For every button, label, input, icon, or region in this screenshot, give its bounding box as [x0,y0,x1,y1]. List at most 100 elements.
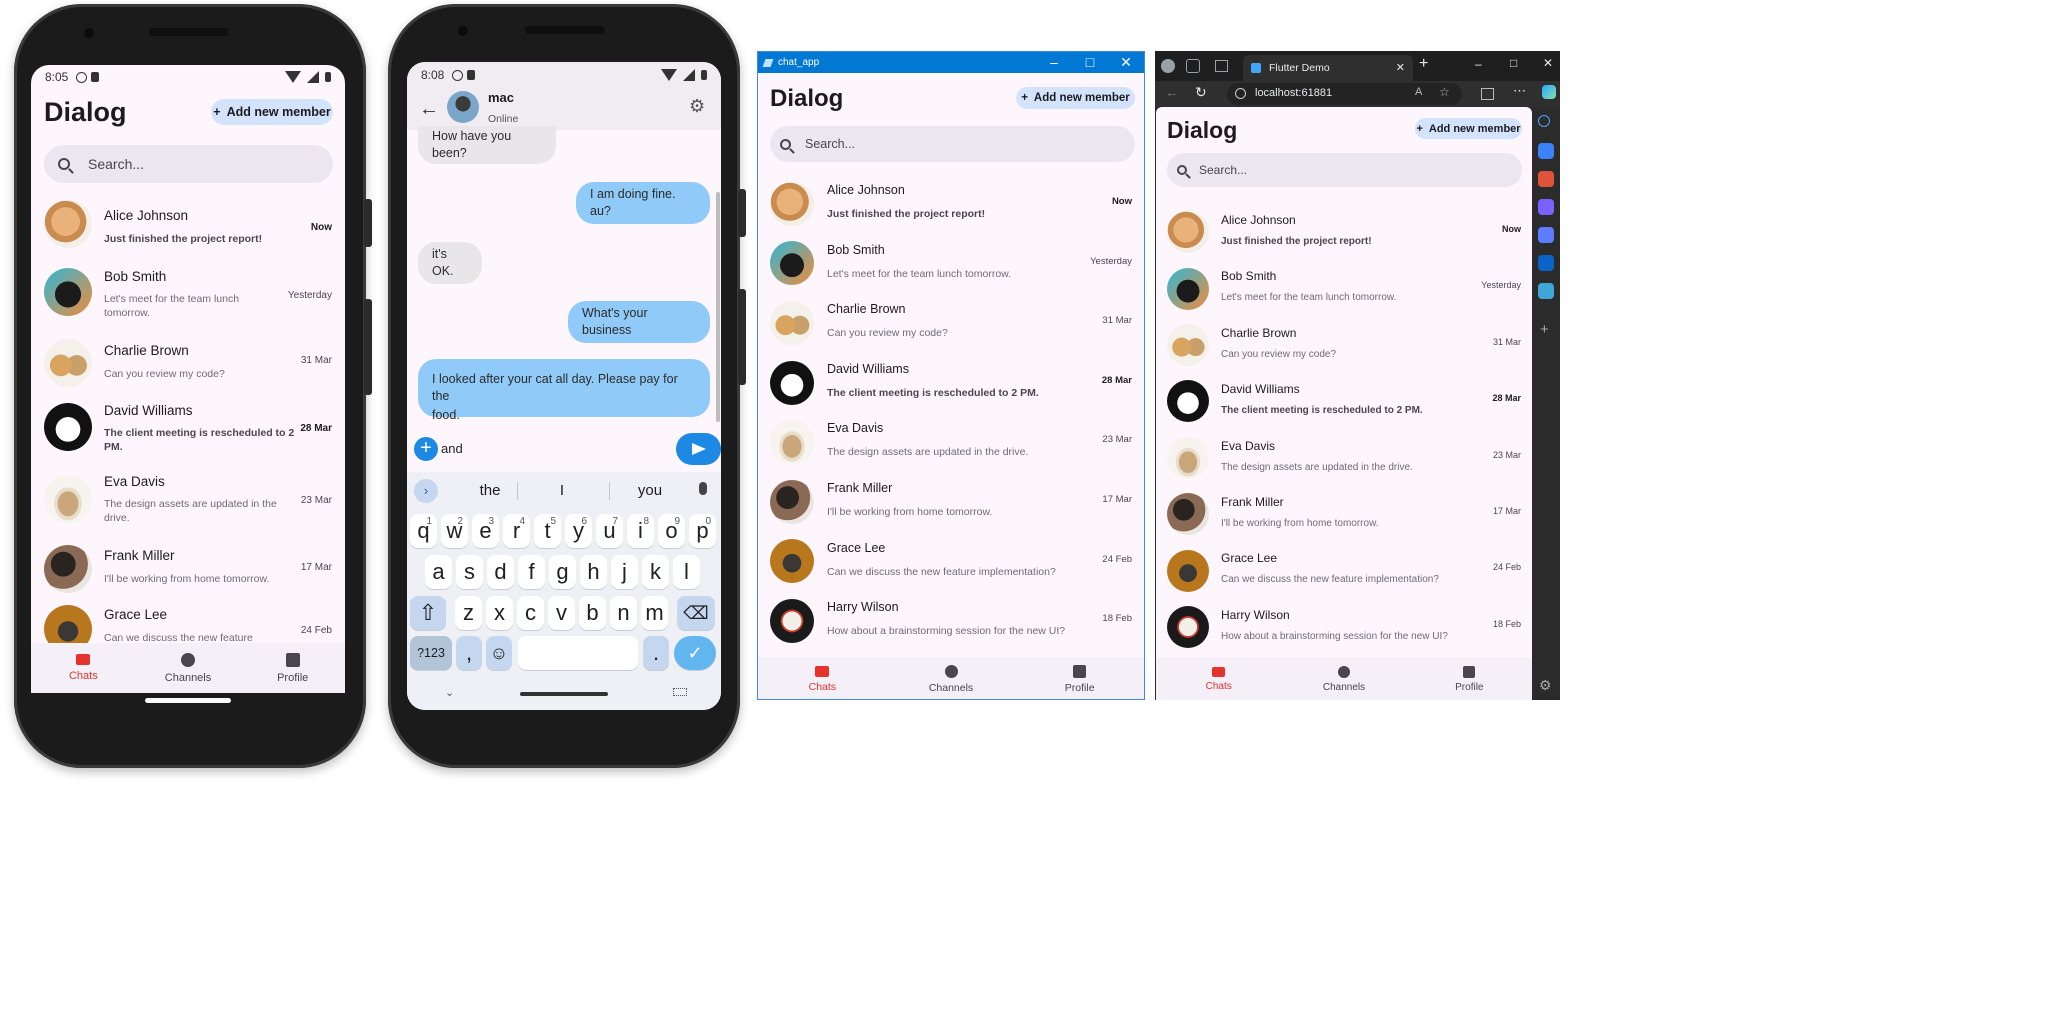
tab-profile[interactable]: Profile [240,643,345,693]
key[interactable]: w2 [441,514,468,548]
close-icon[interactable]: ✕ [1543,56,1553,70]
chat-row[interactable]: Alice Johnson Just finished the project … [31,196,345,256]
attach-button[interactable]: + [414,437,438,461]
copilot-icon[interactable] [1542,85,1556,99]
key[interactable]: g [549,555,576,589]
games-icon[interactable] [1538,199,1554,215]
add-member-button[interactable]: + Add new member [211,99,333,125]
back-arrow-icon[interactable]: ← [1165,84,1179,100]
chat-row[interactable]: Frank Miller I'll be working from home to… [1156,486,1532,542]
key[interactable]: l [673,555,700,589]
backspace-key[interactable]: ⌫ [677,596,715,630]
chat-row[interactable]: Frank Miller I'll be working from home t… [31,537,345,595]
keyboard-hide-icon[interactable]: ⌄ [445,686,454,699]
chat-row[interactable]: Harry Wilson How about a brainstorming se… [1156,599,1532,655]
chat-row[interactable]: Grace Lee Can we discuss the new feature… [31,601,345,653]
chat-row[interactable]: Bob Smith Let's meet for the team lunch … [31,262,345,328]
key[interactable]: b [579,596,606,630]
key[interactable]: r4 [503,514,530,548]
keyboard-expand-button[interactable]: › [414,479,438,503]
sidebar-settings-icon[interactable]: ⚙ [1539,677,1552,694]
search-input[interactable]: Search... [44,145,333,183]
chat-row[interactable]: Alice Johnson Just finished the project r… [758,174,1144,234]
chat-row[interactable]: Charlie Brown Can you review my code? 31… [31,335,345,393]
maximize-icon[interactable]: □ [1510,56,1517,70]
chat-row[interactable]: Harry Wilson How about a brainstorming se… [758,591,1144,651]
key[interactable]: k [642,555,669,589]
keyboard-grid-icon[interactable] [673,688,687,696]
key[interactable]: c [517,596,544,630]
enter-key[interactable]: ✓ [674,636,716,670]
chat-row[interactable]: Grace Lee Can we discuss the new feature … [1156,542,1532,598]
home-indicator[interactable] [145,698,231,703]
tab-close-icon[interactable]: ✕ [1396,61,1405,74]
chat-row[interactable]: Alice Johnson Just finished the project r… [1156,204,1532,260]
key[interactable]: h [580,555,607,589]
chat-row[interactable]: David Williams The client meeting is resc… [1156,373,1532,429]
tab-chats[interactable]: Chats [758,657,887,699]
chat-row[interactable]: David Williams The client meeting is res… [31,395,345,461]
key[interactable]: x [486,596,513,630]
key[interactable]: p0 [689,514,716,548]
mic-icon[interactable] [699,482,707,495]
tab-flutter-demo[interactable]: Flutter Demo ✕ [1243,55,1413,81]
add-member-button[interactable]: + Add new member [1415,118,1522,139]
tab-chats[interactable]: Chats [1156,658,1281,700]
split-screen-icon[interactable] [1481,88,1494,100]
chat-row[interactable]: Bob Smith Let's meet for the team lunch t… [1156,260,1532,316]
minimize-icon[interactable]: – [1475,57,1482,71]
chat-row[interactable]: David Williams The client meeting is resc… [758,353,1144,413]
tab-channels[interactable]: Channels [1281,658,1406,700]
close-icon[interactable]: ✕ [1108,54,1144,71]
emoji-key[interactable]: ☺ [486,636,512,670]
chat-row[interactable]: Eva Davis The design assets are updated i… [1156,430,1532,486]
suggestion-2[interactable]: I [527,482,597,499]
tab-profile[interactable]: Profile [1407,658,1532,700]
symbols-key[interactable]: ?123 [410,636,452,670]
tools-icon[interactable] [1538,171,1554,187]
tab-chats[interactable]: Chats [31,643,136,693]
add-member-button[interactable]: + Add new member [1016,87,1135,109]
scrollbar[interactable] [716,192,720,422]
shift-key[interactable]: ⇧ [410,596,446,630]
new-tab-icon[interactable]: + [1419,55,1428,73]
suggestion-1[interactable]: the [455,482,525,499]
tab-profile[interactable]: Profile [1015,657,1144,699]
home-indicator[interactable] [520,692,608,696]
shopping-tag-icon[interactable] [1538,143,1554,159]
key[interactable]: a [425,555,452,589]
chat-row[interactable]: Eva Davis The design assets are updated i… [758,412,1144,472]
key[interactable]: y6 [565,514,592,548]
chat-row[interactable]: Bob Smith Let's meet for the team lunch t… [758,234,1144,294]
key[interactable]: m [641,596,668,630]
period-key[interactable]: . [643,636,669,670]
read-aloud-icon[interactable]: A [1415,86,1422,98]
refresh-icon[interactable]: ↻ [1195,84,1207,101]
key[interactable]: e3 [472,514,499,548]
key[interactable]: t5 [534,514,561,548]
outlook-icon[interactable] [1538,255,1554,271]
chat-row[interactable]: Charlie Brown Can you review my code? 31 M… [1156,317,1532,373]
comma-key[interactable]: , [456,636,482,670]
chat-row[interactable]: Eva Davis The design assets are updated … [31,467,345,533]
key[interactable]: j [611,555,638,589]
message-input[interactable]: and [441,436,661,462]
suggestion-3[interactable]: you [615,482,685,499]
maximize-icon[interactable]: □ [1072,54,1108,71]
add-sidebar-icon[interactable]: + [1540,321,1549,338]
send-icon[interactable] [1538,283,1554,299]
key[interactable]: q1 [410,514,437,548]
key[interactable]: i8 [627,514,654,548]
chat-row[interactable]: Frank Miller I'll be working from home to… [758,472,1144,532]
key[interactable]: s [456,555,483,589]
microsoft365-icon[interactable] [1538,227,1554,243]
key[interactable]: f [518,555,545,589]
chat-row[interactable]: Grace Lee Can we discuss the new feature … [758,532,1144,592]
key[interactable]: z [455,596,482,630]
chat-row[interactable]: Charlie Brown Can you review my code? 31 M… [758,293,1144,353]
send-button[interactable] [676,433,721,465]
more-menu-icon[interactable]: ⋯ [1513,83,1526,99]
settings-gear-icon[interactable]: ⚙ [689,96,705,117]
key[interactable]: u7 [596,514,623,548]
tab-actions-icon[interactable] [1215,60,1228,72]
